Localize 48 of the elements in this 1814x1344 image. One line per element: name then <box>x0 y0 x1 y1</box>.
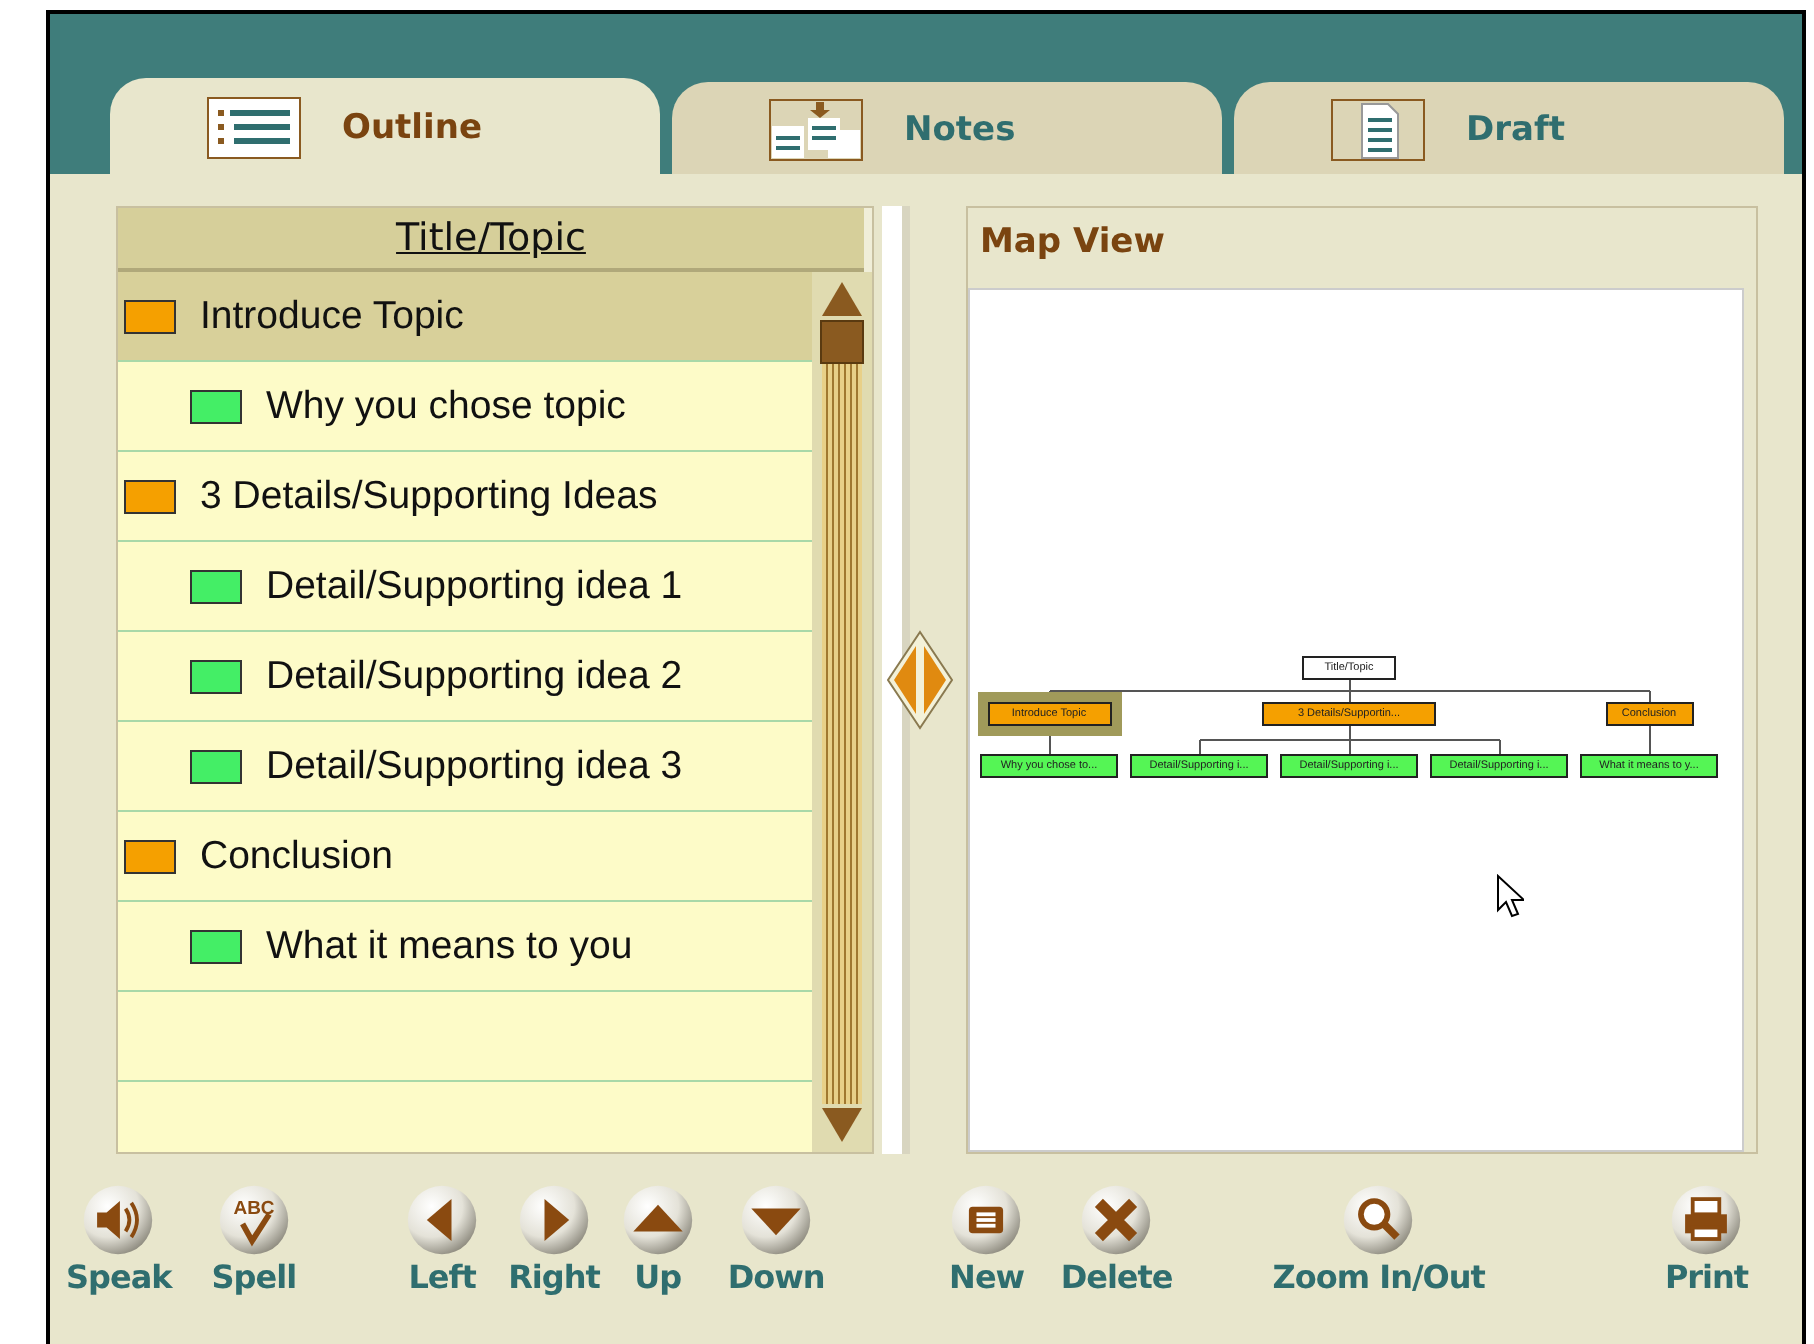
list-icon <box>206 96 306 160</box>
outline-item[interactable]: Introduce Topic <box>118 272 812 362</box>
up-icon <box>619 1182 696 1258</box>
topic-swatch-icon <box>124 299 176 333</box>
down-icon <box>738 1182 815 1258</box>
toolbar-button[interactable]: Print <box>1664 1182 1749 1296</box>
outline-item[interactable]: Why you chose topic <box>118 362 812 452</box>
detail-swatch-icon <box>190 749 242 783</box>
outline-item[interactable]: Conclusion <box>118 812 812 902</box>
detail-swatch-icon <box>190 659 242 693</box>
scrollbar[interactable] <box>812 272 872 1152</box>
print-icon <box>1668 1182 1745 1258</box>
topic-swatch-icon <box>124 479 176 513</box>
notes-icon <box>768 98 868 162</box>
outline-item[interactable]: Detail/Supporting idea 1 <box>118 542 812 632</box>
toolbar-button[interactable]: Up <box>619 1182 696 1296</box>
toolbar-button[interactable]: New <box>948 1182 1025 1296</box>
scroll-thumb[interactable] <box>820 320 864 364</box>
delete-icon <box>1078 1182 1155 1258</box>
new-icon <box>948 1182 1025 1258</box>
toolbar-button[interactable]: Down <box>727 1182 825 1296</box>
toolbar-button[interactable]: Zoom In/Out <box>1272 1182 1485 1296</box>
tab[interactable]: Outline <box>110 78 660 178</box>
outline-item[interactable]: Detail/Supporting idea 3 <box>118 722 812 812</box>
outline-item[interactable]: Detail/Supporting idea 2 <box>118 632 812 722</box>
right-icon <box>515 1182 592 1258</box>
toolbar-button[interactable]: ABC Spell <box>211 1182 297 1296</box>
tab[interactable]: Draft <box>1234 82 1784 178</box>
outline-item[interactable]: What it means to you <box>118 902 812 992</box>
document-icon <box>1330 98 1430 162</box>
outline-item[interactable]: 3 Details/Supporting Ideas <box>118 452 812 542</box>
cursor-icon <box>1496 874 1524 918</box>
tab[interactable]: Notes <box>672 82 1222 178</box>
toolbar-button[interactable]: Delete <box>1060 1182 1173 1296</box>
splitter-handle-icon[interactable] <box>886 630 954 730</box>
spell-icon: ABC <box>215 1182 292 1258</box>
detail-swatch-icon <box>190 929 242 963</box>
toolbar-button[interactable]: Left <box>404 1182 481 1296</box>
left-icon <box>404 1182 481 1258</box>
toolbar-button[interactable]: Speak <box>66 1182 172 1296</box>
detail-swatch-icon <box>190 569 242 603</box>
zoom-icon <box>1340 1182 1417 1258</box>
topic-swatch-icon <box>124 839 176 873</box>
column-header: Title/Topic <box>118 208 864 272</box>
toolbar-button[interactable]: Right <box>508 1182 600 1296</box>
detail-swatch-icon <box>190 389 242 423</box>
speak-icon <box>80 1182 157 1258</box>
panel-title: Map View <box>978 220 1167 266</box>
